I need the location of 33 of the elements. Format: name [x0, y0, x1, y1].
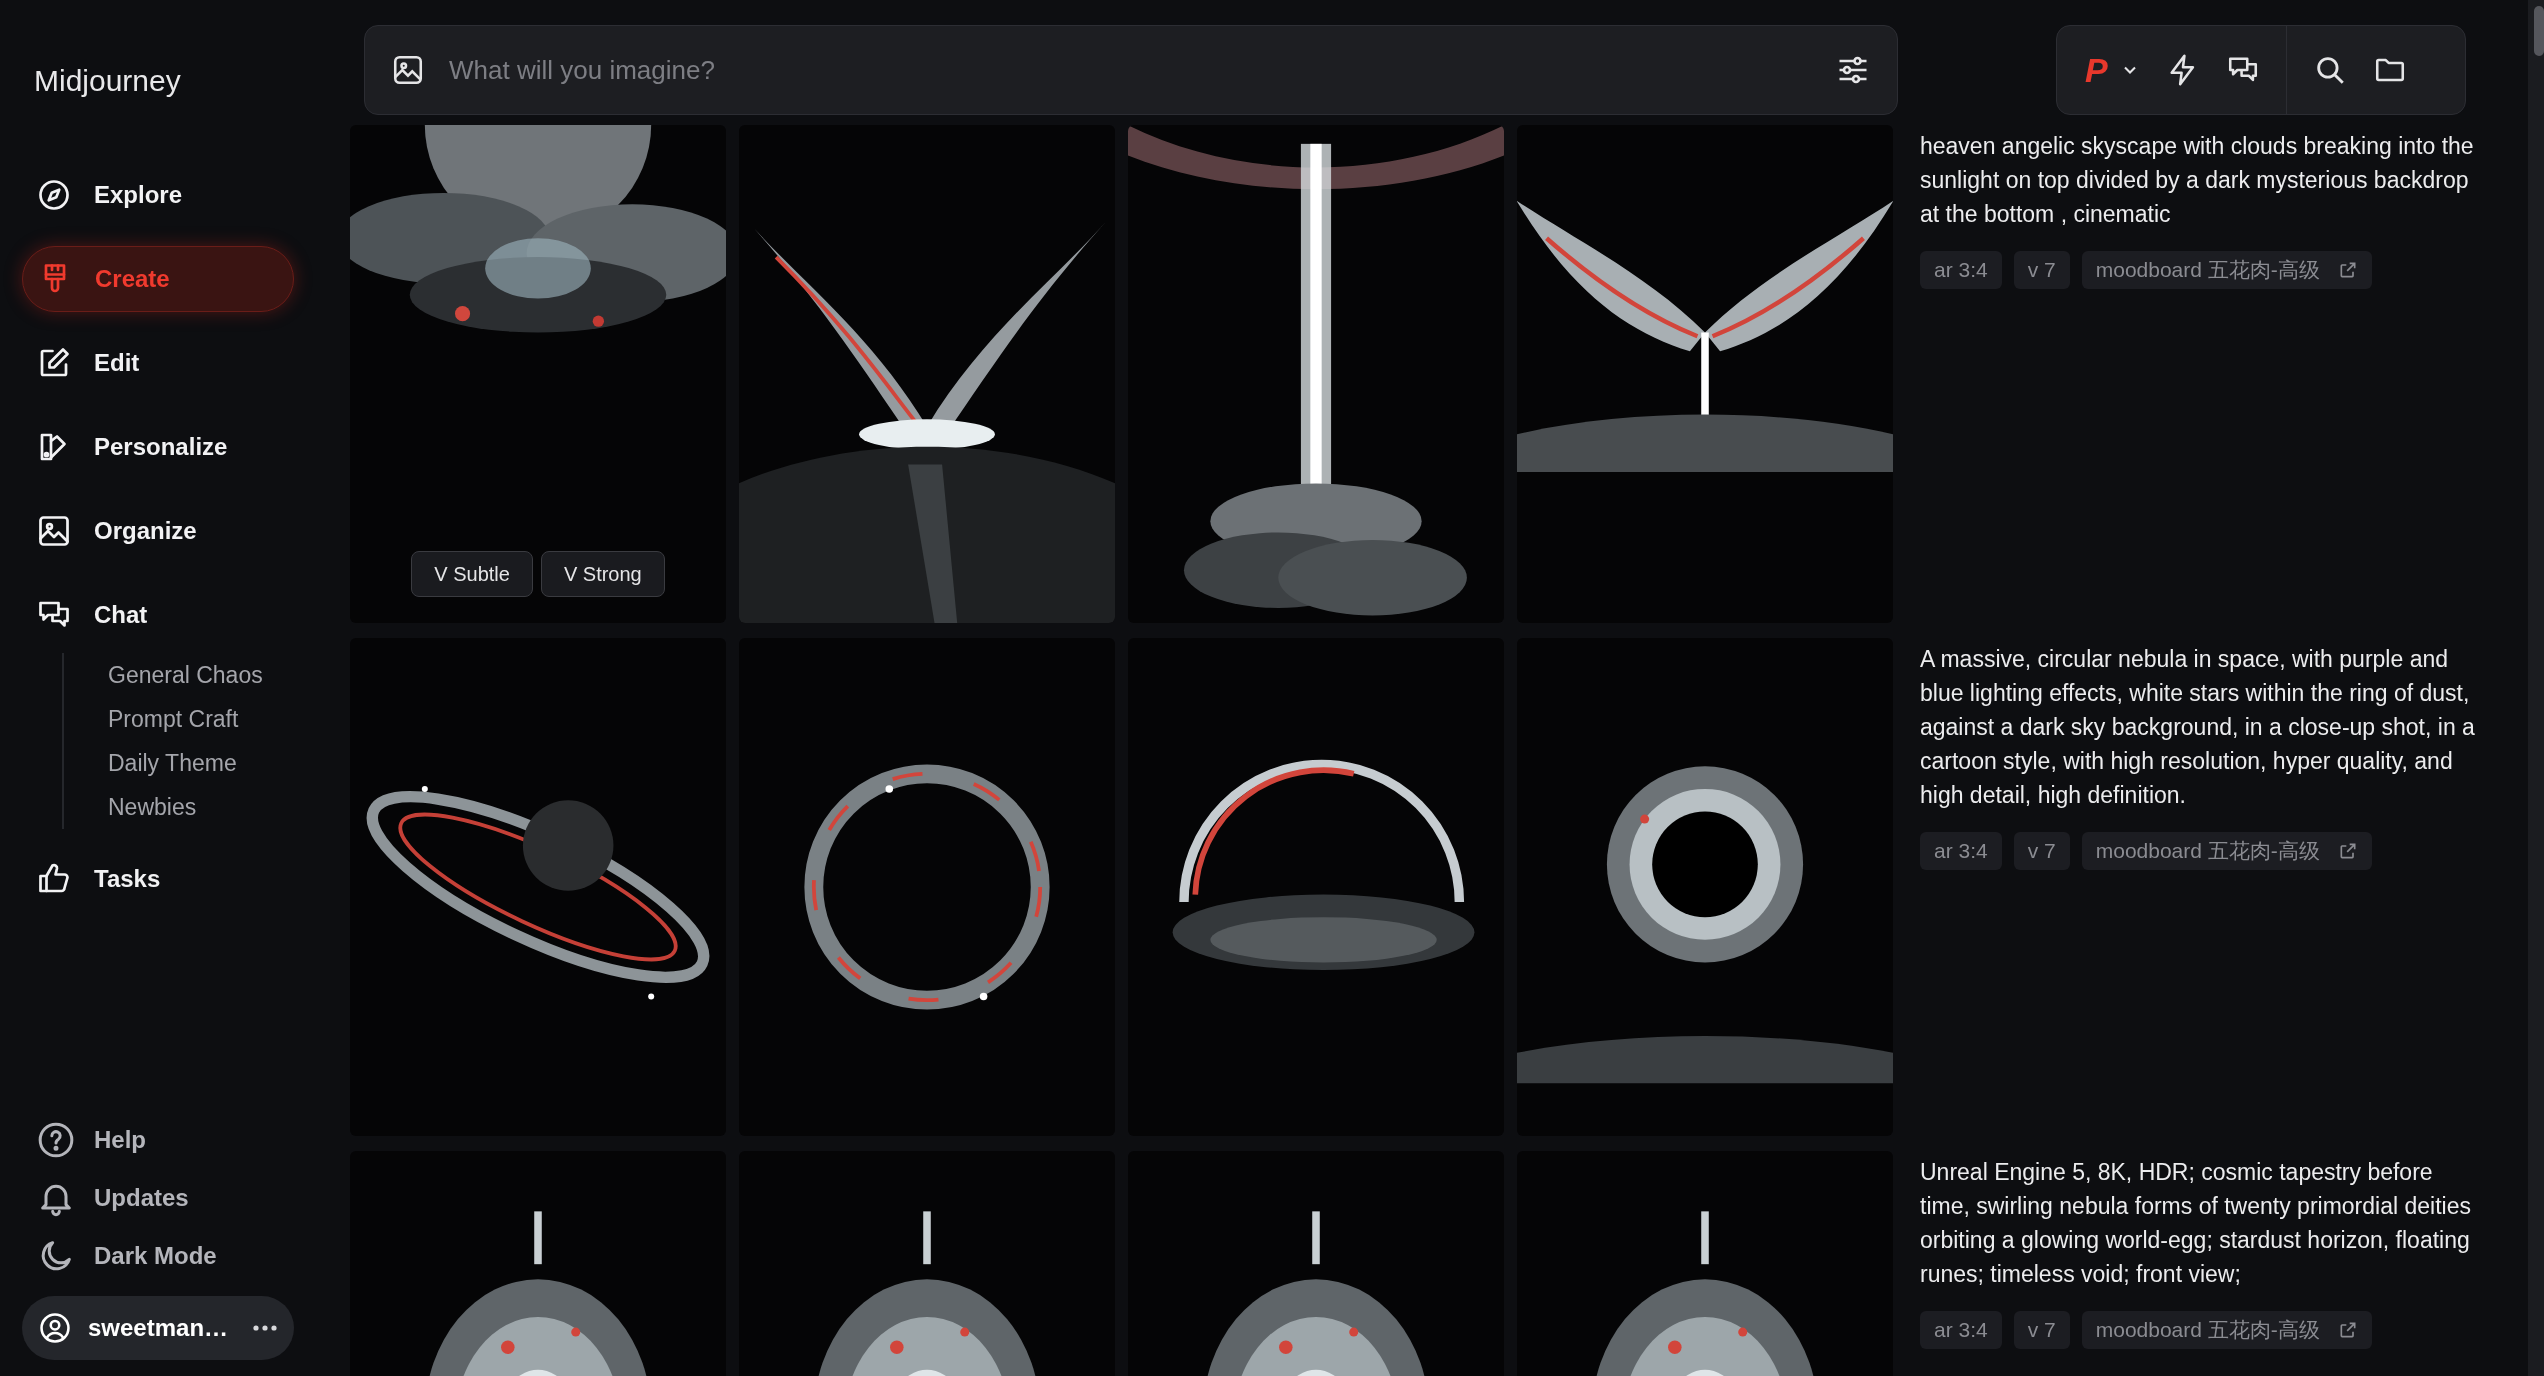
moodboard-link[interactable]: moodboard 五花肉-高级	[2081, 832, 2372, 870]
parameter-tag: v 7	[2013, 251, 2070, 289]
footer-link[interactable]: Updates	[36, 1176, 328, 1220]
variation-button[interactable]: V Subtle	[411, 551, 533, 597]
nav-item[interactable]: Personalize	[22, 414, 294, 480]
moodboard-link[interactable]: moodboard 五花肉-高级	[2081, 1311, 2372, 1349]
nav-item[interactable]: Tasks	[22, 846, 294, 912]
prompt-bar[interactable]: What will you imagine?	[364, 25, 1898, 115]
nav-item[interactable]: Organize	[22, 498, 294, 564]
channel-item[interactable]: General Chaos	[108, 653, 328, 697]
prompt-text: heaven angelic skyscape with clouds breaking into the sunlight on top divided by a dark mysterious backdrop at the bottom , cinematic	[1920, 132, 2475, 229]
user-account-button[interactable]: sweetman…	[22, 1296, 294, 1360]
moodboard-link[interactable]: moodboard 五花肉-高级	[2081, 251, 2372, 289]
logo-text: Midjourney	[33, 63, 182, 99]
variation-button[interactable]: V Strong	[540, 551, 665, 597]
footer-link[interactable]: Help	[36, 1118, 328, 1162]
prompt-input[interactable]: What will you imagine?	[449, 50, 1811, 90]
parameter-tag: v 7	[2013, 832, 2070, 870]
parameter-tag: v 7	[2013, 1311, 2070, 1349]
parameter-tag: ar 3:4	[1920, 1311, 2002, 1349]
footer-link[interactable]: Dark Mode	[36, 1234, 328, 1278]
nav-item[interactable]: Edit	[22, 330, 294, 396]
channel-item[interactable]: Newbies	[108, 785, 328, 829]
parameter-tag: ar 3:4	[1920, 832, 2002, 870]
mode-letter[interactable]: P	[2085, 44, 2108, 96]
nav-item[interactable]: Chat	[22, 582, 294, 648]
parameter-tag: ar 3:4	[1920, 251, 2002, 289]
channel-item[interactable]: Daily Theme	[108, 741, 328, 785]
nav-item[interactable]: Explore	[22, 162, 294, 228]
prompt-text: Unreal Engine 5, 8K, HDR; cosmic tapestry before time, swirling nebula forms of twenty primordial deities orbiting a glowing world-egg; stardust horizon, floating runes; timeless void; front view;	[1920, 1158, 2472, 1289]
prompt-text: A massive, circular nebula in space, with purple and blue lighting effects, white stars within the ring of dust, against a dark sky background, in a close-up shot, in a cartoon style, with high resolution, hyper quality, and high detail, high definition.	[1920, 645, 2476, 810]
channel-item[interactable]: Prompt Craft	[108, 697, 328, 741]
nav-item[interactable]: Create	[22, 246, 294, 312]
